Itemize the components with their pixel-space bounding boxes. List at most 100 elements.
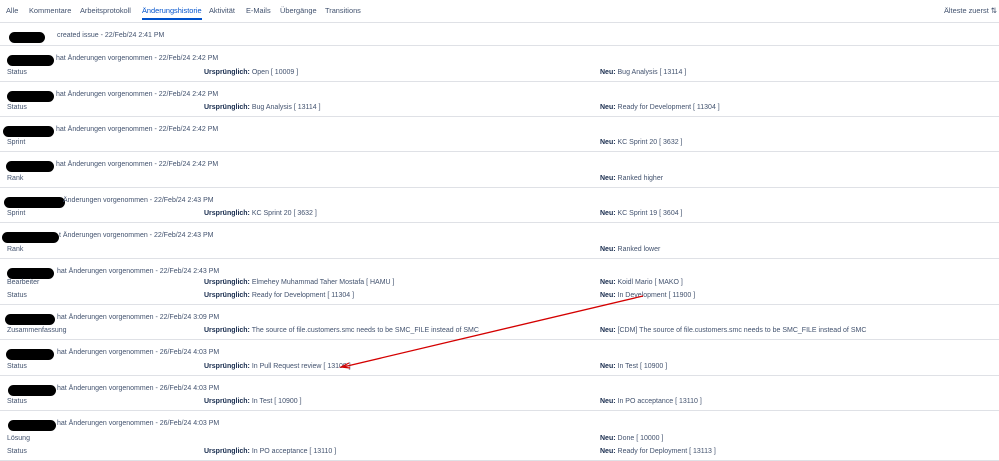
original-value: Ursprünglich: Ready for Development [ 11… [204,292,354,299]
redacted-author-name [7,55,54,66]
entry-headline: hat Änderungen vorgenommen - 26/Feb/24 4… [57,420,220,427]
original-value: Ursprünglich: In PO acceptance [ 13110 ] [204,448,336,455]
new-value-text: [CDM] The source of file.customers.smc n… [617,327,867,334]
history-entry: t Änderungen vorgenommen - 22/Feb/24 2:4… [0,223,999,259]
original-label: Ursprünglich: [204,363,250,370]
new-label: Neu: [600,175,616,182]
new-value: Neu: Ranked lower [600,246,660,253]
change-field-name: Lösung [7,435,30,442]
entry-headline: hat Änderungen vorgenommen - 26/Feb/24 4… [57,385,220,392]
entry-headline: created issue - 22/Feb/24 2:41 PM [57,32,165,39]
new-label: Neu: [600,139,616,146]
original-value-text: Open [ 10009 ] [251,69,299,76]
original-value-text: In Pull Request review [ 13109 ] [251,363,351,370]
original-value-text: Bug Analysis [ 13114 ] [251,104,321,111]
new-value-text: Koidl Mario [ MAKO ] [617,279,683,286]
change-row: Bearbeiter Ursprünglich: Elmehey Muhammad… [7,279,997,290]
tab-e-mails[interactable]: E-Mails [246,6,271,15]
new-value: Neu: In Test [ 10900 ] [600,363,667,370]
change-field-name: Status [7,292,27,299]
new-value-text: KC Sprint 20 [ 3632 ] [617,139,683,146]
redacted-author-name [2,232,59,243]
redacted-author-name [3,126,54,137]
new-label: Neu: [600,210,616,217]
new-value: Neu: [CDM] The source of file.customers.… [600,327,866,334]
change-row: Status Ursprünglich: Bug Analysis [ 13114… [7,104,997,115]
change-row: Zusammenfassung Ursprünglich: The source … [7,327,997,338]
original-value-text: KC Sprint 20 [ 3632 ] [251,210,317,217]
original-value: Ursprünglich: Bug Analysis [ 13114 ] [204,104,321,111]
original-label: Ursprünglich: [204,279,250,286]
new-value-text: In Test [ 10900 ] [617,363,668,370]
new-label: Neu: [600,292,616,299]
change-row: Status Ursprünglich: Open [ 10009 ] Neu: B… [7,69,997,80]
change-field-name: Rank [7,246,24,253]
new-label: Neu: [600,246,616,253]
original-label: Ursprünglich: [204,448,250,455]
original-value-text: Elmehey Muhammad Taher Mostafa [ HAMU ] [251,279,395,286]
redacted-author-name [6,349,54,360]
change-row: Sprint Ursprünglich: KC Sprint 20 [ 3632 … [7,210,997,221]
new-value-text: In PO acceptance [ 13110 ] [617,398,702,405]
change-field-name: Bearbeiter [7,279,40,286]
change-field-name: Zusammenfassung [7,327,67,334]
original-value-text: Ready for Development [ 11304 ] [251,292,355,299]
change-field-name: Status [7,104,27,111]
change-field-name: Status [7,69,27,76]
tab-alle[interactable]: Alle [6,6,18,15]
redacted-author-name [8,385,56,396]
new-value-text: Done [ 10000 ] [617,435,664,442]
tab-aktivität[interactable]: Aktivität [209,6,235,15]
original-label: Ursprünglich: [204,398,250,405]
new-value: Neu: In Development [ 11900 ] [600,292,695,299]
entry-headline: hat Änderungen vorgenommen - 22/Feb/24 3… [57,314,220,321]
tab-kommentare[interactable]: Kommentare [29,6,71,15]
change-row: Status Ursprünglich: Ready for Developmen… [7,292,997,303]
original-value: Ursprünglich: Elmehey Muhammad Taher Mos… [204,279,395,286]
history-entry: hat Änderungen vorgenommen - 22/Feb/24 2… [0,152,999,188]
original-value: Ursprünglich: In Test [ 10900 ] [204,398,302,405]
redacted-author-name [5,314,55,325]
new-value-text: Ready for Deployment [ 13113 ] [617,448,716,455]
tab-übergänge[interactable]: Übergänge [280,6,317,15]
tab-arbeitsprotokoll[interactable]: Arbeitsprotokoll [80,6,131,15]
change-row: Status Ursprünglich: In Pull Request revi… [7,363,997,374]
new-value: Neu: Koidl Mario [ MAKO ] [600,279,683,286]
redacted-author-name [7,268,54,279]
sort-order-toggle[interactable]: Älteste zuerst ⇅ [944,6,997,15]
original-label: Ursprünglich: [204,210,250,217]
entry-headline: hat Änderungen vorgenommen - 22/Feb/24 2… [56,55,219,62]
history-entry: created issue - 22/Feb/24 2:41 PM [0,23,999,46]
redacted-author-name [7,91,54,102]
new-label: Neu: [600,363,616,370]
history-entry: hat Änderungen vorgenommen - 22/Feb/24 3… [0,305,999,340]
new-value: Neu: Ready for Development [ 11304 ] [600,104,720,111]
new-value-text: In Development [ 11900 ] [617,292,696,299]
original-value-text: In PO acceptance [ 13110 ] [251,448,337,455]
redacted-author-name [8,420,56,431]
tab-transitions[interactable]: Transitions [325,6,361,15]
original-value: Ursprünglich: Open [ 10009 ] [204,69,298,76]
new-value: Neu: Done [ 10000 ] [600,435,663,442]
change-field-name: Rank [7,175,24,182]
new-value-text: Ranked higher [617,175,664,182]
new-value-text: Ranked lower [617,246,661,253]
entry-headline: t Änderungen vorgenommen - 22/Feb/24 2:4… [59,232,214,239]
new-label: Neu: [600,104,616,111]
new-value-text: Ready for Development [ 11304 ] [617,104,720,111]
original-label: Ursprünglich: [204,69,250,76]
tab-änderungshistorie[interactable]: Änderungshistorie [142,6,202,20]
new-label: Neu: [600,69,616,76]
redacted-author-name [9,32,45,43]
history-entry: hat Änderungen vorgenommen - 22/Feb/24 2… [0,259,999,305]
original-value-text: The source of file.customers.smc needs t… [251,327,479,334]
change-field-name: Status [7,363,27,370]
new-value: Neu: Ranked higher [600,175,663,182]
change-row: Lösung Neu: Done [ 10000 ] [7,435,997,446]
original-value: Ursprünglich: KC Sprint 20 [ 3632 ] [204,210,317,217]
original-label: Ursprünglich: [204,104,250,111]
original-value: Ursprünglich: The source of file.custome… [204,327,479,334]
change-field-name: Sprint [7,139,26,146]
new-label: Neu: [600,279,616,286]
new-value: Neu: Bug Analysis [ 13114 ] [600,69,686,76]
